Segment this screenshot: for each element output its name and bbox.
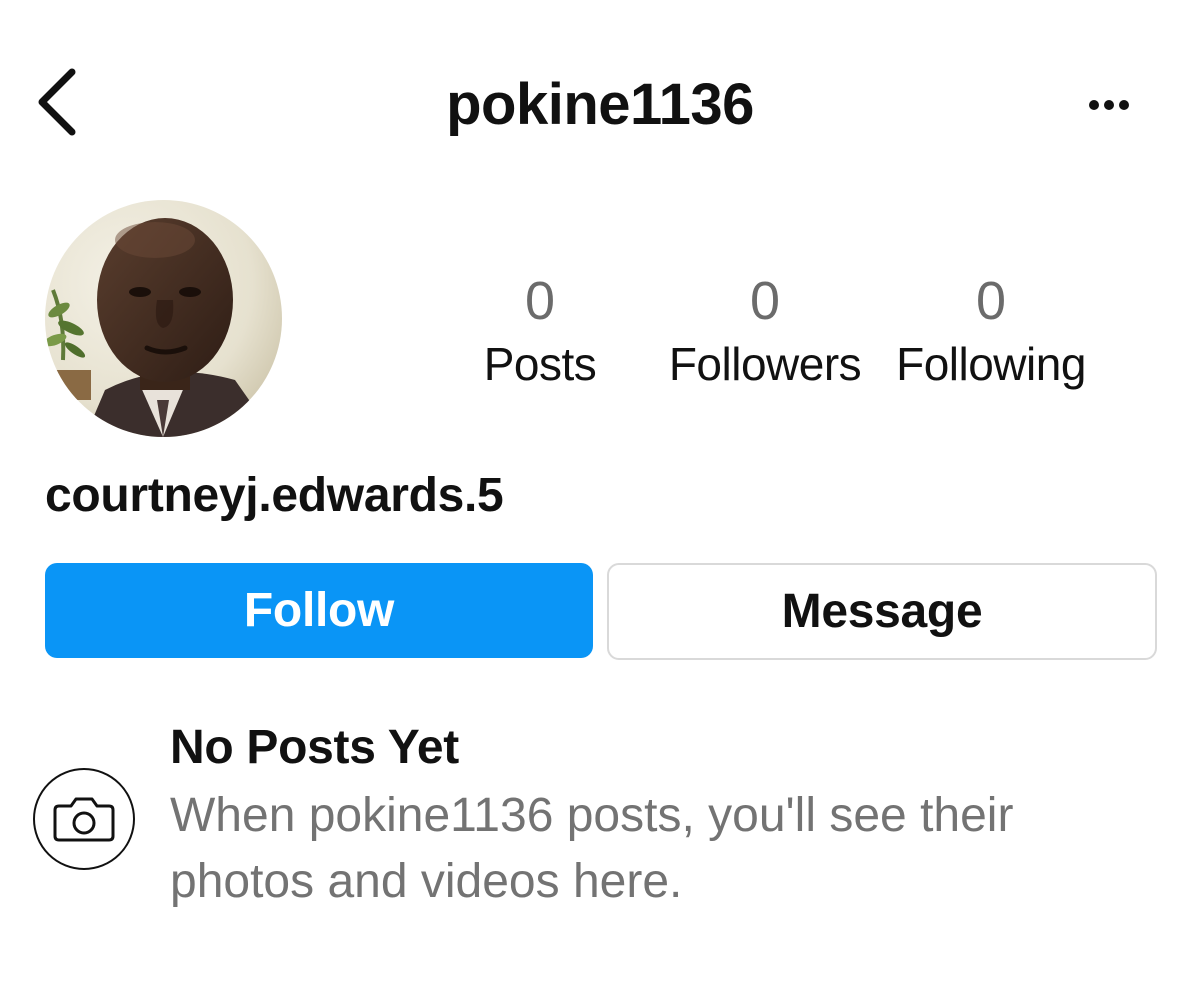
stat-followers[interactable]: 0 Followers bbox=[660, 268, 870, 394]
followers-label: Followers bbox=[668, 338, 862, 390]
profile-display-name: courtneyj.edwards.5 bbox=[45, 469, 504, 522]
followers-count: 0 bbox=[749, 271, 781, 331]
following-count: 0 bbox=[975, 271, 1007, 331]
avatar[interactable] bbox=[45, 200, 282, 437]
empty-state-title: No Posts Yet bbox=[170, 721, 459, 774]
stat-posts[interactable]: 0 Posts bbox=[450, 268, 630, 394]
profile-header: pokine1136 bbox=[0, 0, 1200, 190]
more-horizontal-icon bbox=[1089, 100, 1129, 110]
empty-state-camera bbox=[33, 768, 135, 870]
profile-photo bbox=[45, 200, 282, 437]
message-button[interactable]: Message bbox=[607, 563, 1157, 660]
more-options-button[interactable] bbox=[1082, 90, 1136, 120]
page-title: pokine1136 bbox=[446, 72, 754, 137]
profile-page: pokine1136 0 Posts 0 Followers 0 Followi… bbox=[0, 0, 1200, 981]
profile-stats: 0 Posts 0 Followers 0 Following bbox=[450, 268, 1150, 408]
follow-button[interactable]: Follow bbox=[45, 563, 593, 658]
stat-following[interactable]: 0 Following bbox=[886, 268, 1096, 394]
posts-label: Posts bbox=[483, 338, 597, 390]
empty-state-description: When pokine1136 posts, you'll see their … bbox=[170, 789, 1014, 908]
camera-icon bbox=[53, 797, 115, 842]
following-label: Following bbox=[896, 338, 1086, 390]
posts-count: 0 bbox=[524, 271, 556, 331]
